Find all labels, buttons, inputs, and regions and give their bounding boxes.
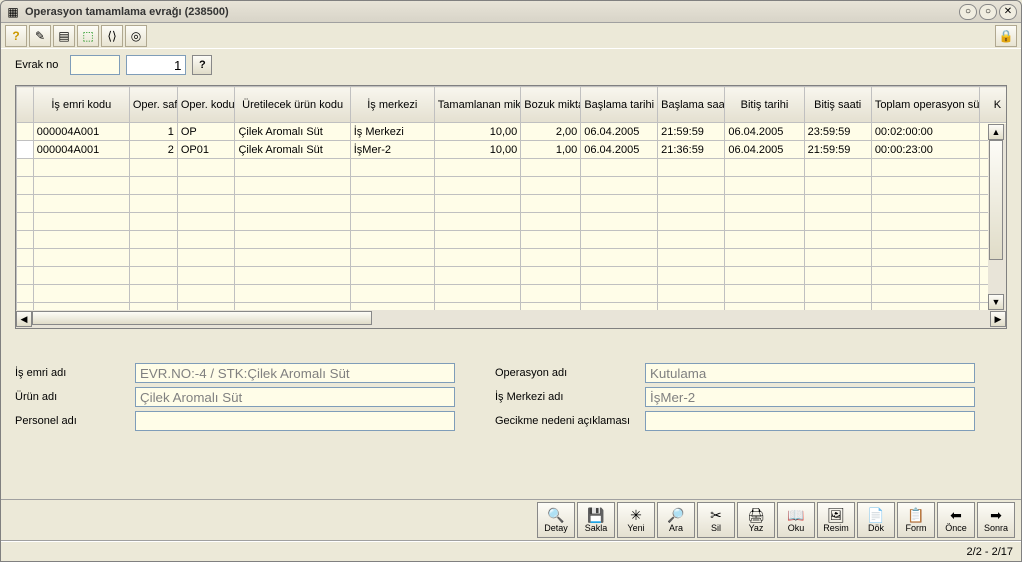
lock-icon[interactable]: 🔒: [995, 25, 1017, 47]
urun-label: Ürün adı: [15, 391, 135, 403]
code-icon[interactable]: ⟨⟩: [101, 25, 123, 47]
scroll-thumb-v[interactable]: [989, 140, 1003, 260]
table-row[interactable]: 000004A0012OP01Çilek Aromalı SütİşMer-21…: [17, 141, 1007, 159]
yeni-icon: ✳: [630, 508, 642, 522]
ismerkezi-field[interactable]: [645, 387, 975, 407]
table-row[interactable]: [17, 177, 1007, 195]
scroll-right-icon[interactable]: ▶: [990, 311, 1006, 327]
dök-button[interactable]: 📄Dök: [857, 502, 895, 538]
sakla-icon: 💾: [587, 508, 604, 522]
maximize-button[interactable]: ○: [979, 4, 997, 20]
data-grid: İş emri koduOper. safha noOper. koduÜret…: [15, 85, 1007, 329]
vertical-scrollbar[interactable]: ▲ ▼: [988, 124, 1006, 310]
edit-icon[interactable]: ✎: [29, 25, 51, 47]
dök-icon: 📄: [867, 508, 884, 522]
record-position: 2/2 - 2/17: [967, 546, 1013, 558]
sakla-button[interactable]: 💾Sakla: [577, 502, 615, 538]
scroll-left-icon[interactable]: ◀: [16, 311, 32, 327]
sonra-icon: ➡: [990, 508, 1002, 522]
yaz-icon: 🖨: [747, 508, 765, 522]
toolbar: ? ✎ ▤ ⬚ ⟨⟩ ◎ 🔒: [1, 23, 1021, 49]
titlebar: ▦ Operasyon tamamlama evrağı (238500) ○ …: [1, 1, 1021, 23]
doc-icon[interactable]: ▤: [53, 25, 75, 47]
table-row[interactable]: [17, 285, 1007, 303]
gecikme-field[interactable]: [645, 411, 975, 431]
window-title: Operasyon tamamlama evrağı (238500): [25, 6, 959, 18]
ismerkezi-label: İş Merkezi adı: [495, 391, 645, 403]
table-row[interactable]: 000004A0011OPÇilek Aromalı Sütİş Merkezi…: [17, 123, 1007, 141]
table-row[interactable]: [17, 249, 1007, 267]
ara-icon: 🔎: [667, 508, 684, 522]
column-header[interactable]: K: [979, 87, 1006, 123]
sil-button[interactable]: ✂Sil: [697, 502, 735, 538]
grid-corner: [17, 87, 34, 123]
column-header[interactable]: Bitiş tarihi: [725, 87, 804, 123]
column-header[interactable]: Başlama saati: [658, 87, 725, 123]
column-header[interactable]: Toplam operasyon süresi: [871, 87, 979, 123]
form-icon: 📋: [907, 508, 924, 522]
is-emri-field[interactable]: [135, 363, 455, 383]
evrak-no-input[interactable]: [126, 55, 186, 75]
operasyon-label: Operasyon adı: [495, 367, 645, 379]
önce-icon: ⬅: [950, 508, 962, 522]
personel-label: Personel adı: [15, 415, 135, 427]
table-row[interactable]: [17, 267, 1007, 285]
sil-icon: ✂: [710, 508, 722, 522]
close-button[interactable]: ✕: [999, 4, 1017, 20]
yaz-button[interactable]: 🖨Yaz: [737, 502, 775, 538]
minimize-button[interactable]: ○: [959, 4, 977, 20]
table-row[interactable]: [17, 303, 1007, 311]
form-top: Evrak no ?: [1, 49, 1021, 77]
column-header[interactable]: İş emri kodu: [33, 87, 129, 123]
app-icon: ▦: [5, 4, 21, 20]
oku-icon: 📖: [787, 508, 804, 522]
column-header[interactable]: Oper. safha no: [129, 87, 177, 123]
column-header[interactable]: Bozuk miktar: [521, 87, 581, 123]
table-row[interactable]: [17, 231, 1007, 249]
resim-icon: 🖼: [827, 508, 845, 522]
help-icon[interactable]: ?: [5, 25, 27, 47]
table-row[interactable]: [17, 159, 1007, 177]
column-header[interactable]: Tamamlanan miktar: [434, 87, 520, 123]
operasyon-field[interactable]: [645, 363, 975, 383]
form-button[interactable]: 📋Form: [897, 502, 935, 538]
table-row[interactable]: [17, 195, 1007, 213]
excel-icon[interactable]: ⬚: [77, 25, 99, 47]
column-header[interactable]: Oper. kodu: [177, 87, 235, 123]
column-header[interactable]: Bitiş saati: [804, 87, 871, 123]
evrak-no-prefix-input[interactable]: [70, 55, 120, 75]
column-header[interactable]: Başlama tarihi: [581, 87, 658, 123]
resim-button[interactable]: 🖼Resim: [817, 502, 855, 538]
footer-toolbar: 🔍Detay💾Sakla✳Yeni🔎Ara✂Sil🖨Yaz📖Oku🖼Resim📄…: [1, 499, 1021, 541]
is-emri-label: İş emri adı: [15, 367, 135, 379]
detay-icon: 🔍: [547, 508, 564, 522]
detail-panel: İş emri adı Operasyon adı Ürün adı İş Me…: [1, 335, 1021, 435]
horizontal-scrollbar[interactable]: ◀ ▶: [16, 310, 1006, 328]
lookup-button[interactable]: ?: [192, 55, 212, 75]
oku-button[interactable]: 📖Oku: [777, 502, 815, 538]
yeni-button[interactable]: ✳Yeni: [617, 502, 655, 538]
ara-button[interactable]: 🔎Ara: [657, 502, 695, 538]
önce-button[interactable]: ⬅Önce: [937, 502, 975, 538]
detay-button[interactable]: 🔍Detay: [537, 502, 575, 538]
target-icon[interactable]: ◎: [125, 25, 147, 47]
scroll-thumb-h[interactable]: [32, 311, 372, 325]
urun-field[interactable]: [135, 387, 455, 407]
scroll-down-icon[interactable]: ▼: [988, 294, 1004, 310]
table-row[interactable]: [17, 213, 1007, 231]
column-header[interactable]: Üretilecek ürün kodu: [235, 87, 350, 123]
gecikme-label: Gecikme nedeni açıklaması: [495, 415, 645, 427]
status-bar: 2/2 - 2/17: [1, 541, 1021, 561]
column-header[interactable]: İş merkezi: [350, 87, 434, 123]
evrak-no-label: Evrak no: [15, 59, 58, 71]
sonra-button[interactable]: ➡Sonra: [977, 502, 1015, 538]
personel-field[interactable]: [135, 411, 455, 431]
scroll-up-icon[interactable]: ▲: [988, 124, 1004, 140]
